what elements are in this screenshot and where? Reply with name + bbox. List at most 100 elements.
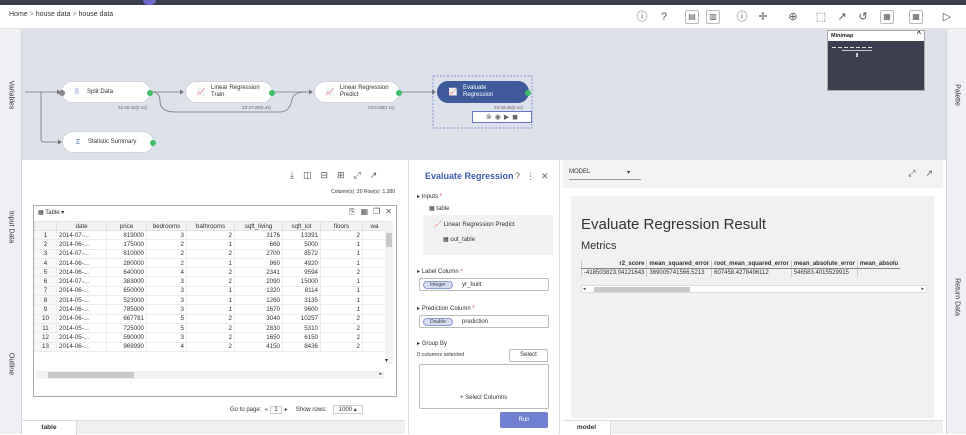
breadcrumb-flow[interactable]: house data: [79, 11, 114, 18]
table-row[interactable]: 2 2014-06-... 175000 2 1 660 5000 1: [34, 239, 387, 250]
grid-icon[interactable]: ▦: [909, 10, 923, 24]
table-row[interactable]: 1 2014-07-... 819000 3 2 3176 13391 2: [34, 229, 387, 241]
inputs-section[interactable]: ▸ Inputs *: [417, 193, 442, 200]
next-page-icon[interactable]: ▸: [285, 406, 288, 413]
metrics-scrollbar[interactable]: ◂ ▸: [581, 285, 927, 293]
node-split-data[interactable]: ⠿ Split Data: [59, 81, 153, 103]
breadcrumb-home[interactable]: Home: [9, 11, 28, 18]
expand-icon[interactable]: ⤢: [354, 170, 361, 181]
copy-icon[interactable]: ▤: [685, 10, 699, 24]
tab-model[interactable]: model: [563, 421, 611, 435]
breadcrumb-project[interactable]: house data: [36, 11, 71, 18]
input-data-tab[interactable]: Input Data: [0, 160, 22, 294]
outline-tab[interactable]: Outline: [0, 294, 22, 434]
variables-tab[interactable]: Variables: [0, 29, 22, 160]
show-rows-select[interactable]: 1000 ▴: [332, 405, 363, 414]
vertical-scrollbar[interactable]: ▾: [385, 221, 393, 364]
node-lr-train[interactable]: 📈 Linear Regression Train: [185, 81, 275, 103]
prediction-column-field[interactable]: Double prediction: [419, 315, 549, 328]
more-icon[interactable]: ⋮: [526, 171, 535, 182]
scroll-down-icon[interactable]: ▾: [385, 357, 388, 364]
port-out[interactable]: [396, 90, 402, 96]
model-dropdown[interactable]: MODEL ▾: [569, 169, 641, 180]
move-icon[interactable]: ✛: [754, 8, 772, 26]
return-data-tab[interactable]: Return Data: [946, 160, 966, 434]
table-row[interactable]: 11 2014-05-... 725000 5 2 2830 5310 2: [34, 322, 387, 334]
table-row[interactable]: 13 2014-06-... 969990 4 2 4150 8436 2: [34, 341, 387, 352]
node-statistic-summary[interactable]: Σ Statistic Summary: [62, 131, 156, 153]
scroll-thumb[interactable]: [48, 372, 134, 378]
run-button[interactable]: Run: [500, 412, 548, 428]
scroll-right-icon[interactable]: ▸: [379, 371, 382, 377]
column-header[interactable]: wa: [362, 221, 387, 231]
port-in[interactable]: [59, 90, 65, 96]
history-icon[interactable]: ↺: [854, 8, 872, 26]
table-row[interactable]: 4 2014-06-... 280000 2 1 960 4920 1: [34, 257, 387, 269]
chevron-up-icon[interactable]: ^: [917, 31, 921, 38]
data-grid[interactable]: date price bedrooms bathrooms sqft_living sqf…: [34, 221, 387, 352]
about-icon[interactable]: ⓘ: [733, 8, 751, 26]
minimap[interactable]: Minimap ^: [827, 30, 925, 91]
node-lr-predict[interactable]: 📈 Linear Regression Predict: [314, 81, 402, 103]
group-by-section[interactable]: ▸ Group By: [417, 340, 447, 347]
layout-grid-icon[interactable]: ⊞: [337, 170, 345, 181]
table-row[interactable]: 10 2014-06-... 667781 5 2 3040 10257 2: [34, 313, 387, 324]
fit-icon[interactable]: ⬚: [812, 8, 830, 26]
clipboard-icon[interactable]: ▦: [880, 10, 894, 24]
eye-icon[interactable]: ◉: [495, 113, 501, 121]
scroll-thumb[interactable]: [386, 233, 392, 247]
close-icon[interactable]: ✕: [541, 171, 549, 182]
cancel-icon[interactable]: ⊗: [486, 113, 492, 121]
column-header[interactable]: [34, 221, 57, 231]
help-icon[interactable]: ?: [655, 8, 673, 26]
table-row[interactable]: 9 2014-06-... 785000 3 1 1670 9600 1: [34, 304, 387, 315]
scroll-right-icon[interactable]: ▸: [921, 286, 924, 292]
scroll-thumb[interactable]: [594, 287, 690, 292]
open-external-icon[interactable]: ↗: [925, 168, 933, 179]
download-icon[interactable]: ⤓: [290, 170, 294, 181]
table-row[interactable]: 12 2014-05-... 590000 3 2 1650 6150 2: [34, 332, 387, 343]
column-header[interactable]: price: [106, 221, 147, 231]
help-icon[interactable]: ?: [515, 171, 520, 182]
column-header[interactable]: date: [56, 221, 107, 231]
split-vertical-icon[interactable]: ◫: [303, 170, 312, 181]
select-columns-box[interactable]: + Select Columns: [419, 364, 549, 409]
expand-icon[interactable]: ⤢: [908, 168, 915, 179]
workflow-canvas[interactable]: Variables Palette ⠿ Split Data 22:48:42(…: [0, 29, 966, 160]
port-out[interactable]: [147, 90, 153, 96]
close-icon[interactable]: ✕: [385, 207, 392, 217]
label-column-field[interactable]: Integer yr_built: [419, 278, 549, 291]
chevron-down-icon[interactable]: ▾: [61, 210, 64, 216]
port-out[interactable]: [269, 90, 275, 96]
table-row[interactable]: 7 2014-06-... 650000 3 1 1320 8114 1: [34, 285, 387, 297]
view-select[interactable]: Table: [45, 210, 59, 216]
open-external-icon[interactable]: ↗: [370, 170, 378, 181]
page-input[interactable]: 1: [270, 405, 282, 414]
prev-page-icon[interactable]: ◂: [264, 406, 267, 413]
zoom-icon[interactable]: ⊕: [784, 8, 802, 26]
port-out[interactable]: [525, 90, 531, 96]
copy-icon[interactable]: ❐: [373, 207, 380, 217]
play-icon[interactable]: ▷: [938, 8, 956, 26]
port-out[interactable]: [150, 140, 156, 146]
table-row[interactable]: 5 2014-06-... 640000 4 2 2341 9594 2: [34, 267, 387, 278]
column-header[interactable]: sqft_living: [234, 221, 283, 231]
select-button[interactable]: Select: [509, 349, 548, 362]
grid-icon[interactable]: ▦: [361, 207, 369, 217]
column-header[interactable]: floors: [320, 221, 363, 231]
export-icon[interactable]: ↗: [833, 8, 851, 26]
table-row[interactable]: 3 2014-07-... 810000 2 2 2700 8572 1: [34, 248, 387, 259]
paste-icon[interactable]: ▥: [706, 10, 720, 24]
run-icon[interactable]: ▶: [504, 113, 509, 121]
export-icon[interactable]: ⎘: [349, 207, 355, 217]
table-row[interactable]: 8 2014-05-... 523000 3 1 1260 3135 1: [34, 295, 387, 306]
column-header[interactable]: bathrooms: [186, 221, 235, 231]
palette-tab[interactable]: Palette: [946, 29, 966, 160]
table-row[interactable]: 6 2014-07-... 383000 3 2 2090 15000 1: [34, 276, 387, 287]
column-header[interactable]: bedrooms: [146, 221, 187, 231]
node-evaluate-regression[interactable]: 📈 Evaluate Regression: [437, 81, 531, 103]
tab-table[interactable]: table: [22, 421, 77, 435]
stop-icon[interactable]: ◼: [512, 113, 518, 121]
scroll-left-icon[interactable]: ◂: [583, 286, 586, 292]
info-icon[interactable]: ⓘ: [633, 8, 651, 26]
